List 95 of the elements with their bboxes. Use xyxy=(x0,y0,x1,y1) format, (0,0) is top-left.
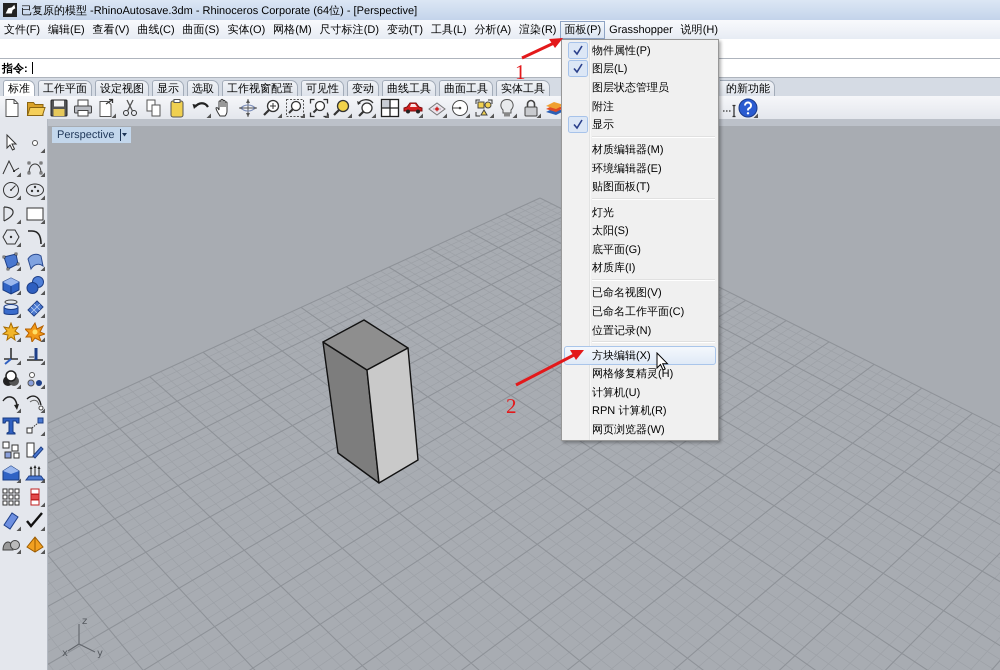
surface-icon[interactable] xyxy=(1,250,21,271)
menu-item[interactable]: 已命名工作平面(C) xyxy=(564,302,716,321)
viewport-title-tab[interactable]: Perspective xyxy=(52,127,132,143)
array-icon[interactable] xyxy=(1,486,21,507)
zoom-in-icon[interactable] xyxy=(262,98,282,118)
zoom-extents-icon[interactable] xyxy=(308,98,329,118)
annotation-number: 2 xyxy=(506,394,516,418)
menu-item[interactable]: 渲染(R) xyxy=(515,20,560,38)
menu-item[interactable]: 方块编辑(X) xyxy=(564,346,716,364)
squares-icon[interactable] xyxy=(1,440,21,460)
app-icon xyxy=(3,3,17,17)
connected-squares-icon[interactable] xyxy=(25,416,45,436)
double-arc-icon[interactable] xyxy=(25,392,45,413)
menu-item[interactable]: 物件属性(P) xyxy=(564,41,716,60)
command-prompt: 指令: xyxy=(0,62,28,76)
axis-tripod-icon xyxy=(67,623,96,653)
four-panes-icon[interactable] xyxy=(380,98,400,118)
menu-item[interactable]: 材质编辑器(M) xyxy=(564,140,716,160)
toolbar-tab[interactable]: 变动 xyxy=(347,80,379,96)
menu-item[interactable]: 工具(L) xyxy=(427,20,471,38)
toolbar-tab[interactable]: 工作视窗配置 xyxy=(222,80,298,96)
burst-icon[interactable] xyxy=(25,322,45,342)
pyramid-icon[interactable] xyxy=(25,534,45,554)
magnifier-icon[interactable] xyxy=(332,98,352,118)
menu-item[interactable]: 图层(L) xyxy=(564,60,716,78)
cylinder-icon[interactable] xyxy=(1,298,21,318)
rectangle-bar-icon[interactable] xyxy=(25,440,45,460)
move-arrows-icon[interactable] xyxy=(238,98,258,118)
menu-item[interactable]: 显示 xyxy=(564,115,716,134)
menu-item[interactable]: 编辑(E) xyxy=(44,20,89,38)
menu-item[interactable]: 计算机(U) xyxy=(564,383,716,402)
slanted-block-icon[interactable] xyxy=(1,510,21,530)
menu-item[interactable]: 面板(P) xyxy=(560,20,606,38)
crossing-lines-icon[interactable] xyxy=(1,345,21,366)
menu-item[interactable]: 文件(F) xyxy=(0,20,44,38)
star-icon[interactable] xyxy=(1,322,21,342)
spheres-icon[interactable] xyxy=(25,274,45,295)
menu-item[interactable]: Grasshopper xyxy=(605,20,677,38)
toolbar-tab[interactable]: 曲线工具 xyxy=(382,80,436,96)
menu-item[interactable]: 说明(H) xyxy=(676,20,722,38)
menu-item[interactable]: 曲面(S) xyxy=(178,20,224,38)
menu-item[interactable]: 曲线(C) xyxy=(133,20,179,38)
curve-icon[interactable] xyxy=(25,227,45,248)
menu-item[interactable]: 尺寸标注(D) xyxy=(316,20,384,38)
menu-item[interactable]: 变动(T) xyxy=(383,20,428,38)
box-icon[interactable] xyxy=(1,463,21,484)
menu-item[interactable]: 材质库(I) xyxy=(564,258,716,278)
circles-icon[interactable] xyxy=(1,368,21,389)
arc-icon[interactable] xyxy=(1,204,21,224)
menu-item[interactable]: 灯光 xyxy=(564,202,716,222)
toolbar-tab[interactable]: 工作平面 xyxy=(38,80,92,96)
text-tool-icon[interactable] xyxy=(1,416,21,436)
menu-item[interactable]: 网页浏览器(W) xyxy=(564,420,716,439)
menu-item[interactable]: 附注 xyxy=(564,96,716,116)
axis-label: y xyxy=(97,648,103,659)
menu-item[interactable]: RPN 计算机(R) xyxy=(564,402,716,420)
menu-item[interactable]: 查看(V) xyxy=(88,20,134,38)
menu-item[interactable]: 网格(M) xyxy=(269,20,316,38)
toolbar-tab[interactable]: 实体工具 xyxy=(496,80,550,96)
menu-item[interactable]: 底平面(G) xyxy=(564,240,716,259)
menu-item[interactable]: 贴图面板(T) xyxy=(564,178,716,196)
menu-item[interactable]: 分析(A) xyxy=(470,20,516,38)
magnifier-arrow-icon[interactable] xyxy=(356,98,376,118)
shapes-icon[interactable] xyxy=(474,98,494,118)
toolbar-tab[interactable]: 可见性 xyxy=(301,80,344,96)
box-icon[interactable] xyxy=(1,274,21,295)
help-icon[interactable] xyxy=(738,98,758,118)
menu-item[interactable]: 网格修复精灵(H) xyxy=(564,364,716,384)
arrows-up-icon[interactable] xyxy=(25,463,45,484)
menu-item[interactable]: 实体(O) xyxy=(223,20,270,38)
toolbar-tab[interactable]: 显示 xyxy=(152,80,184,96)
toolbar-tab[interactable]: 的新功能 xyxy=(720,80,775,96)
toolbar-tab[interactable]: 标准 xyxy=(3,80,35,96)
annotation-arrow xyxy=(521,38,563,60)
menu-item[interactable]: 环境编辑器(E) xyxy=(564,159,716,178)
menu-item[interactable]: 已命名视图(V) xyxy=(564,284,716,302)
mesh-icon[interactable] xyxy=(25,298,45,318)
annotation-arrow xyxy=(515,350,584,386)
toolbar-tab[interactable]: 设定视图 xyxy=(95,80,149,96)
printer-icon[interactable] xyxy=(72,98,93,118)
zoom-window-icon[interactable] xyxy=(285,98,306,118)
menu-item[interactable]: 位置记录(N) xyxy=(564,320,716,340)
axis-label: z xyxy=(82,616,88,627)
check-icon[interactable] xyxy=(25,510,45,530)
window-title: 已复原的模型 -RhinoAutosave.3dm - Rhinoceros Corporate (64位) - [Perspective] xyxy=(21,4,418,18)
toolbar-tab[interactable]: 选取 xyxy=(187,80,219,96)
perpendicular-lines-icon[interactable] xyxy=(25,345,45,366)
circle-icon[interactable] xyxy=(1,180,21,200)
axis-label: x xyxy=(62,648,68,659)
menu-item[interactable]: 太阳(S) xyxy=(564,221,716,240)
menu-item[interactable]: 图层状态管理员 xyxy=(564,78,716,97)
dropdown-caret-icon[interactable] xyxy=(120,129,128,141)
toolbar-tab[interactable]: 曲面工具 xyxy=(439,80,493,96)
mouse-cursor-icon xyxy=(656,352,669,371)
hexagon-icon[interactable] xyxy=(1,227,21,248)
